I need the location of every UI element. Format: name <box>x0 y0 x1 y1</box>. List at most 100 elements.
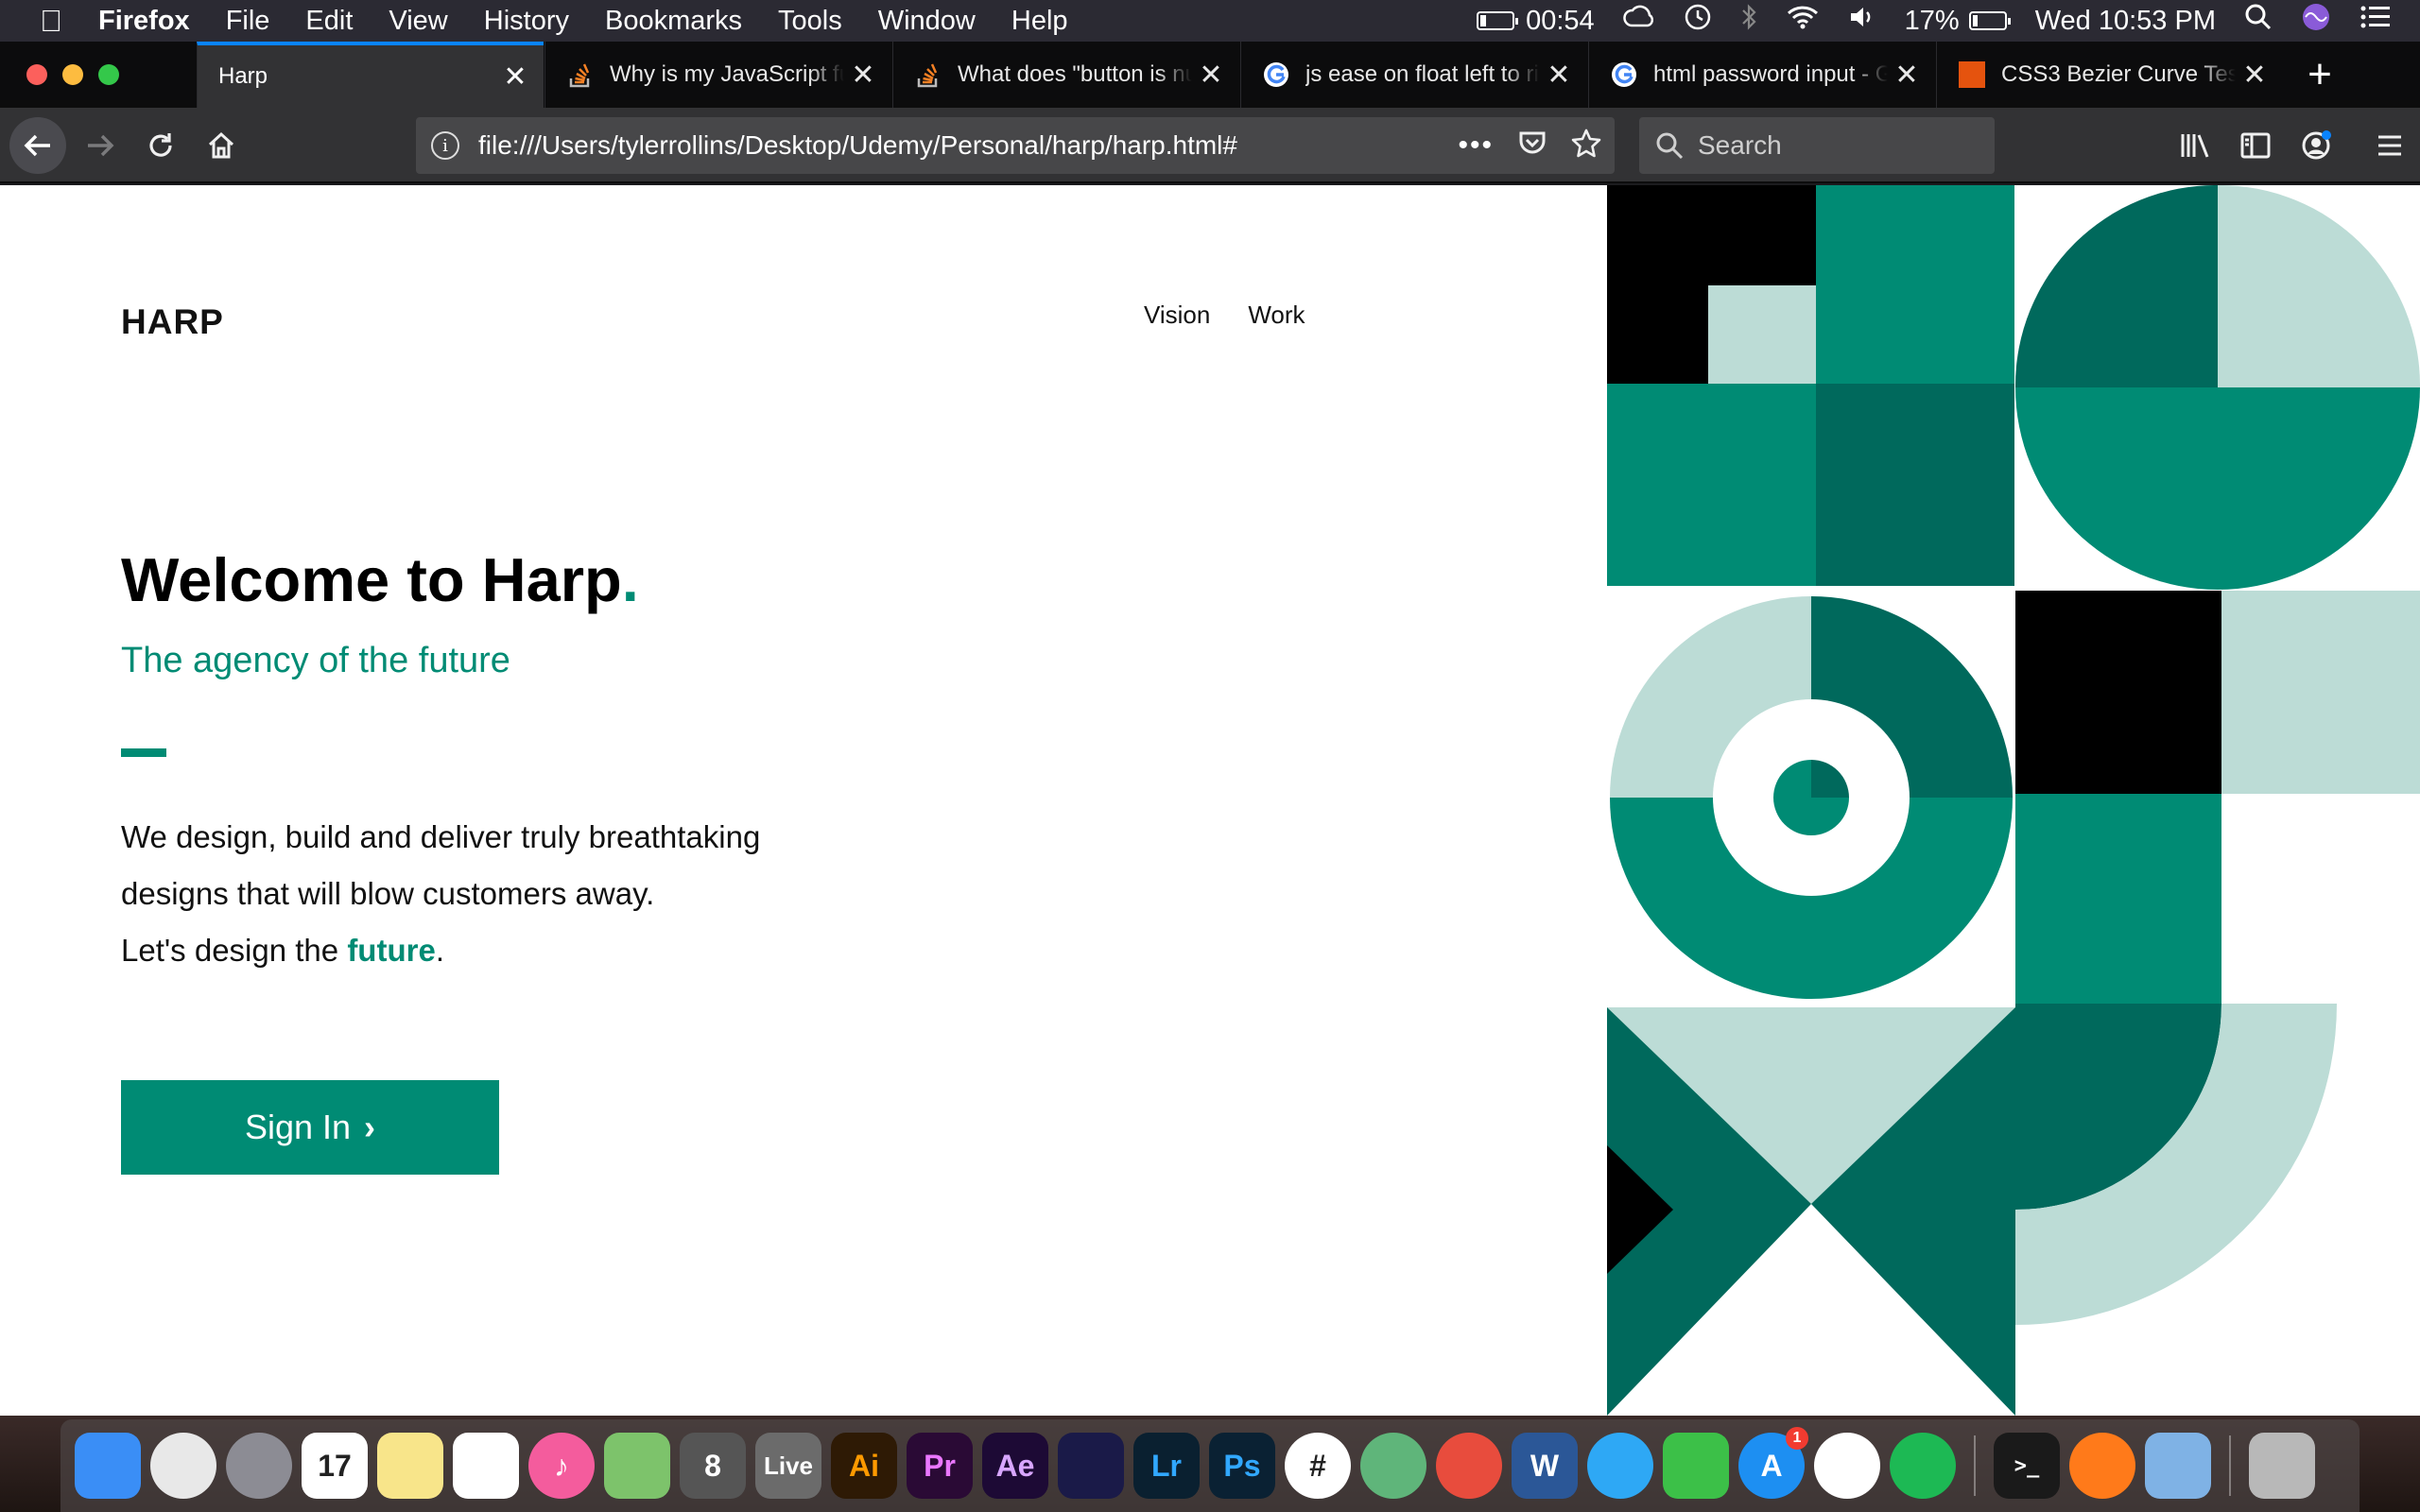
home-button[interactable] <box>193 117 250 174</box>
creative-cloud-icon[interactable] <box>1622 5 1655 37</box>
sign-in-button[interactable]: Sign In › <box>121 1080 499 1175</box>
dock-icon-label: Lr <box>1151 1448 1182 1483</box>
hero-title-text: Welcome to Harp <box>121 545 622 614</box>
site-logo[interactable]: HARP <box>121 302 224 342</box>
itunes-icon[interactable]: ♪ <box>528 1433 595 1499</box>
close-tab-icon[interactable]: ✕ <box>1888 59 1926 92</box>
page-actions-icon[interactable]: ••• <box>1458 129 1494 162</box>
menu-view[interactable]: View <box>389 6 447 37</box>
hamburger-menu-icon[interactable] <box>2360 133 2420 158</box>
menu-tools[interactable]: Tools <box>778 6 842 37</box>
photos-icon[interactable] <box>1814 1433 1880 1499</box>
atom-icon[interactable] <box>1360 1433 1426 1499</box>
bear-icon[interactable] <box>1436 1433 1502 1499</box>
search-bar[interactable]: Search <box>1639 117 1995 174</box>
terminal-icon[interactable]: >_ <box>1994 1433 2060 1499</box>
eight-icon[interactable]: 8 <box>680 1433 746 1499</box>
forward-button[interactable] <box>72 117 129 174</box>
bookmark-star-icon[interactable] <box>1571 128 1601 164</box>
menu-window[interactable]: Window <box>878 6 976 37</box>
tab-title: js ease on float left to ri <box>1305 61 1539 87</box>
aftereffects-icon[interactable]: Ae <box>982 1433 1048 1499</box>
chrome-icon[interactable] <box>150 1433 216 1499</box>
tab-title: html password input - G <box>1653 61 1888 87</box>
menu-bookmarks[interactable]: Bookmarks <box>605 6 742 37</box>
spotlight-search-icon[interactable] <box>2244 3 2273 39</box>
tab-stackoverflow-1[interactable]: Why is my JavaScript fu ✕ <box>544 42 891 108</box>
bluetooth-icon[interactable] <box>1740 3 1757 39</box>
nav-link-work[interactable]: Work <box>1248 301 1305 330</box>
tab-stackoverflow-2[interactable]: What does "button is nu ✕ <box>892 42 1239 108</box>
firefox-navigation-bar: i file:///Users/tylerrollins/Desktop/Ude… <box>0 108 2420 183</box>
firefox-icon[interactable] <box>2069 1433 2135 1499</box>
facetime-icon[interactable] <box>1663 1433 1729 1499</box>
word-icon[interactable]: W <box>1512 1433 1578 1499</box>
tab-css3-bezier[interactable]: CSS3 Bezier Curve Test ✕ <box>1936 42 2283 108</box>
new-tab-button[interactable]: + <box>2291 42 2348 108</box>
tab-harp[interactable]: Harp ✕ <box>197 42 544 108</box>
back-button[interactable] <box>9 117 66 174</box>
menu-edit[interactable]: Edit <box>305 6 353 37</box>
battery-percent-indicator[interactable]: 17% <box>1905 6 2011 37</box>
launchpad-icon[interactable] <box>226 1433 292 1499</box>
trash-icon[interactable] <box>2249 1433 2315 1499</box>
address-bar[interactable]: i file:///Users/tylerrollins/Desktop/Ude… <box>416 117 1615 174</box>
time-machine-icon[interactable] <box>1684 3 1712 39</box>
account-icon[interactable] <box>2286 129 2346 162</box>
maps-icon[interactable] <box>604 1433 670 1499</box>
sidebar-toggle-icon[interactable] <box>2225 132 2286 159</box>
illustrator-icon[interactable]: Ai <box>831 1433 897 1499</box>
close-window-button[interactable] <box>26 64 47 85</box>
finder-icon[interactable] <box>75 1433 141 1499</box>
messages-icon[interactable] <box>1587 1433 1653 1499</box>
close-tab-icon[interactable]: ✕ <box>1540 59 1578 92</box>
close-tab-icon[interactable]: ✕ <box>844 59 882 92</box>
slack-icon[interactable]: # <box>1285 1433 1351 1499</box>
menu-file[interactable]: File <box>226 6 270 37</box>
battery-status-icon[interactable]: 00:54 <box>1477 6 1595 37</box>
tab-title: Harp <box>218 63 268 89</box>
pocket-icon[interactable] <box>1518 129 1547 163</box>
tab-google-1[interactable]: js ease on float left to ri ✕ <box>1240 42 1587 108</box>
reload-button[interactable] <box>132 117 189 174</box>
clock[interactable]: Wed 10:53 PM <box>2035 6 2216 37</box>
url-text[interactable]: file:///Users/tylerrollins/Desktop/Udemy… <box>478 130 1433 161</box>
photoshop-icon[interactable]: Ps <box>1209 1433 1275 1499</box>
window-controls <box>26 64 134 85</box>
macos-dock: 17 ♪ 8 Live Ai Pr Ae Lr Ps # W A 1 >_ <box>60 1419 2360 1512</box>
menu-app-firefox[interactable]: Firefox <box>98 6 190 37</box>
mediaencoder-icon[interactable] <box>1058 1433 1124 1499</box>
library-icon[interactable] <box>2165 131 2225 160</box>
reminders-icon[interactable] <box>453 1433 519 1499</box>
preview-icon[interactable] <box>2145 1433 2211 1499</box>
nav-link-vision[interactable]: Vision <box>1144 301 1210 330</box>
dock-icon-label: Live <box>763 1451 814 1480</box>
minimize-window-button[interactable] <box>62 64 83 85</box>
menu-history[interactable]: History <box>484 6 569 37</box>
zoom-window-button[interactable] <box>98 64 119 85</box>
site-info-icon[interactable]: i <box>431 131 459 160</box>
siri-icon[interactable] <box>2301 2 2331 40</box>
close-tab-icon[interactable]: ✕ <box>1192 59 1230 92</box>
tab-google-2[interactable]: html password input - G ✕ <box>1588 42 1935 108</box>
hero-title: Welcome to Harp. <box>121 544 639 615</box>
close-tab-icon[interactable]: ✕ <box>496 60 534 94</box>
notification-center-icon[interactable] <box>2360 5 2392 37</box>
hero-description: We design, build and deliver truly breat… <box>121 809 760 979</box>
calendar-icon[interactable]: 17 <box>302 1433 368 1499</box>
hero-divider <box>121 748 166 757</box>
apple-menu-icon[interactable]:  <box>25 4 78 39</box>
wifi-icon[interactable] <box>1786 4 1820 38</box>
volume-icon[interactable] <box>1848 5 1876 37</box>
close-tab-icon[interactable]: ✕ <box>2236 59 2273 92</box>
premiere-icon[interactable]: Pr <box>907 1433 973 1499</box>
dock-icon-label: A <box>1760 1448 1783 1483</box>
lightroom-icon[interactable]: Lr <box>1133 1433 1200 1499</box>
live-icon[interactable]: Live <box>755 1433 821 1499</box>
menu-help[interactable]: Help <box>1011 6 1068 37</box>
firefox-tab-strip: Harp ✕ Why is my JavaScript fu ✕ What do… <box>0 42 2420 108</box>
notes-icon[interactable] <box>377 1433 443 1499</box>
appstore-icon[interactable]: A1 <box>1738 1427 1808 1499</box>
tab-title: CSS3 Bezier Curve Test <box>2001 61 2236 87</box>
spotify-icon[interactable] <box>1890 1433 1956 1499</box>
